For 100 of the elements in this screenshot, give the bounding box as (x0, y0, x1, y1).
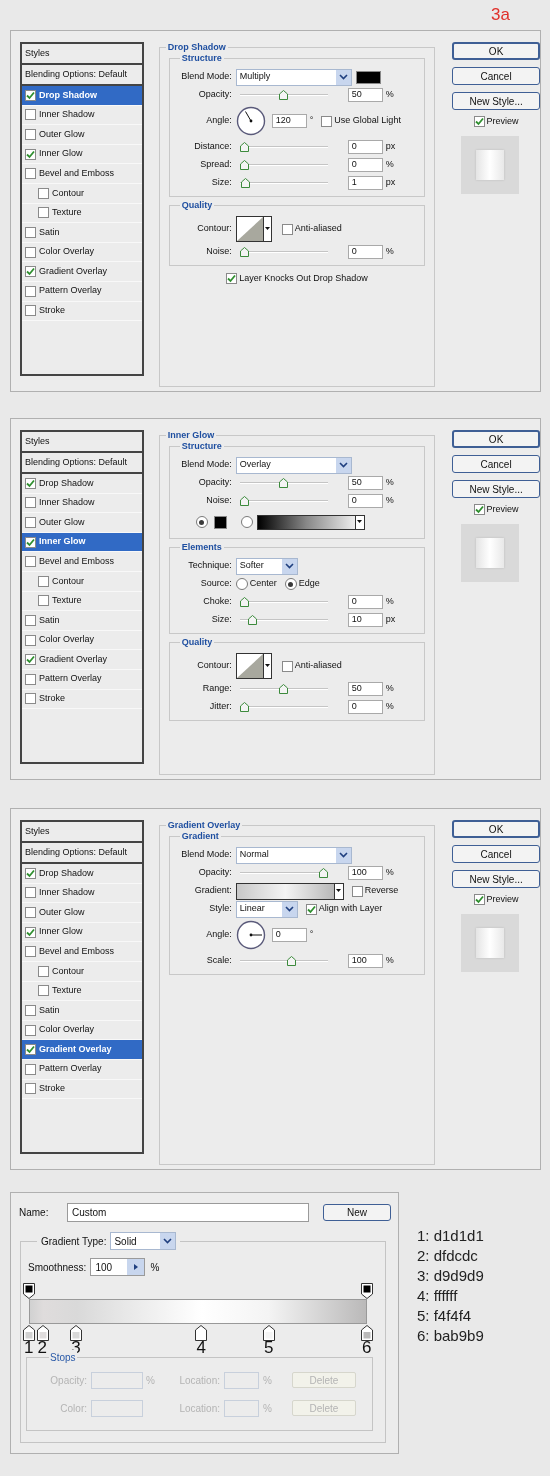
opacity-stop[interactable] (361, 1283, 373, 1299)
style-item[interactable]: Stroke (22, 1079, 142, 1100)
color-stop[interactable] (262, 1325, 275, 1341)
number-field[interactable]: 100 (90, 1258, 146, 1276)
dialog-button[interactable]: New Style... (452, 480, 540, 498)
number-field[interactable]: 120 (271, 114, 307, 128)
checkbox[interactable] (25, 129, 36, 140)
style-item[interactable]: Stroke (22, 301, 142, 322)
style-item[interactable]: Gradient Overlay (22, 650, 142, 670)
style-item[interactable]: Pattern Overlay (22, 669, 142, 690)
style-item[interactable]: Outer Glow (22, 125, 142, 145)
style-item[interactable]: Color Overlay (22, 242, 142, 263)
number-field[interactable]: 10 (347, 613, 383, 627)
slider-thumb[interactable] (279, 478, 289, 488)
radio-button[interactable] (195, 516, 208, 528)
radio-button[interactable] (284, 578, 297, 590)
slider-thumb[interactable] (279, 90, 289, 100)
slider-thumb[interactable] (239, 597, 249, 607)
slider-thumb[interactable] (239, 247, 249, 257)
slider-track[interactable] (239, 247, 328, 257)
slider-track[interactable] (239, 90, 328, 100)
number-field[interactable]: 1 (347, 176, 383, 190)
style-item[interactable]: Drop Shadow (22, 474, 142, 494)
style-item[interactable]: Inner Shadow (22, 105, 142, 126)
number-field[interactable]: 100 (347, 866, 383, 880)
checkbox[interactable] (25, 246, 36, 258)
input-field[interactable] (224, 1399, 259, 1417)
style-item[interactable]: Satin (22, 611, 142, 631)
checkbox[interactable] (25, 1024, 36, 1036)
checkbox[interactable] (473, 894, 485, 906)
dropdown[interactable]: Softer (235, 557, 298, 575)
slider-track[interactable] (239, 496, 328, 506)
style-item[interactable]: Satin (22, 223, 142, 243)
style-item[interactable]: Satin (22, 1001, 142, 1021)
number-field[interactable]: 50 (347, 682, 383, 696)
style-item[interactable]: Bevel and Emboss (22, 942, 142, 962)
gradient-picker[interactable] (235, 882, 344, 900)
slider-track[interactable] (239, 178, 328, 188)
checkbox[interactable] (25, 148, 36, 160)
style-item[interactable]: Pattern Overlay (22, 1059, 142, 1080)
style-item[interactable]: Bevel and Emboss (22, 552, 142, 572)
checkbox[interactable] (281, 660, 293, 672)
number-field[interactable]: 0 (271, 928, 307, 942)
checkbox[interactable] (25, 109, 36, 121)
style-item[interactable]: Inner Shadow (22, 883, 142, 904)
angle-dial[interactable] (235, 920, 266, 950)
slider-thumb[interactable] (239, 160, 249, 170)
caret-down-icon[interactable] (333, 883, 343, 899)
style-item[interactable]: Bevel and Emboss (22, 164, 142, 184)
style-item[interactable]: Blending Options: Default (22, 453, 142, 474)
checkbox[interactable] (25, 1044, 36, 1056)
style-item[interactable]: Outer Glow (22, 513, 142, 533)
style-item[interactable]: Inner Glow (22, 922, 142, 943)
checkbox[interactable] (25, 867, 36, 879)
new-button[interactable]: New (323, 1204, 391, 1221)
dialog-button[interactable]: Cancel (452, 845, 540, 863)
style-item[interactable]: Drop Shadow (22, 86, 142, 106)
checkbox[interactable] (25, 517, 36, 528)
color-stop[interactable] (36, 1325, 49, 1341)
style-item[interactable]: Drop Shadow (22, 864, 142, 884)
checkbox[interactable] (38, 207, 49, 219)
number-field[interactable]: 0 (347, 595, 383, 609)
checkbox[interactable] (473, 504, 485, 516)
checkbox[interactable] (25, 887, 36, 899)
slider-track[interactable] (239, 702, 328, 712)
style-item[interactable]: Texture (22, 591, 142, 612)
checkbox[interactable] (25, 497, 36, 509)
slider-thumb[interactable] (318, 868, 328, 878)
opacity-stop[interactable] (23, 1283, 35, 1299)
dropdown[interactable]: Multiply (235, 68, 352, 86)
style-item[interactable]: Inner Glow (22, 532, 142, 553)
checkbox[interactable] (38, 575, 49, 587)
slider-thumb[interactable] (239, 702, 249, 712)
dialog-button[interactable]: New Style... (452, 92, 540, 110)
dialog-button[interactable]: OK (452, 42, 540, 60)
number-field[interactable]: 0 (347, 245, 383, 259)
dialog-button[interactable]: Cancel (452, 67, 540, 85)
checkbox[interactable] (25, 305, 36, 317)
slider-track[interactable] (239, 160, 328, 170)
style-item[interactable]: Blending Options: Default (22, 843, 142, 864)
contour-picker[interactable] (235, 653, 272, 679)
style-item[interactable]: Inner Glow (22, 144, 142, 165)
color-stop[interactable] (70, 1325, 83, 1341)
dialog-button[interactable]: OK (452, 820, 540, 838)
style-item[interactable]: Gradient Overlay (22, 262, 142, 282)
checkbox[interactable] (25, 907, 36, 918)
checkbox[interactable] (305, 903, 317, 915)
checkbox[interactable] (25, 536, 36, 548)
number-field[interactable]: 50 (347, 88, 383, 102)
color-stop[interactable] (195, 1325, 208, 1341)
style-item[interactable]: Contour (22, 571, 142, 592)
checkbox[interactable] (281, 223, 293, 235)
number-field[interactable]: 0 (347, 158, 383, 172)
checkbox[interactable] (25, 1004, 36, 1016)
name-field[interactable]: Custom (67, 1203, 309, 1222)
checkbox[interactable] (38, 187, 49, 199)
radio-button[interactable] (240, 516, 253, 528)
checkbox[interactable] (25, 634, 36, 646)
slider-thumb[interactable] (287, 956, 297, 966)
checkbox[interactable] (25, 614, 36, 626)
